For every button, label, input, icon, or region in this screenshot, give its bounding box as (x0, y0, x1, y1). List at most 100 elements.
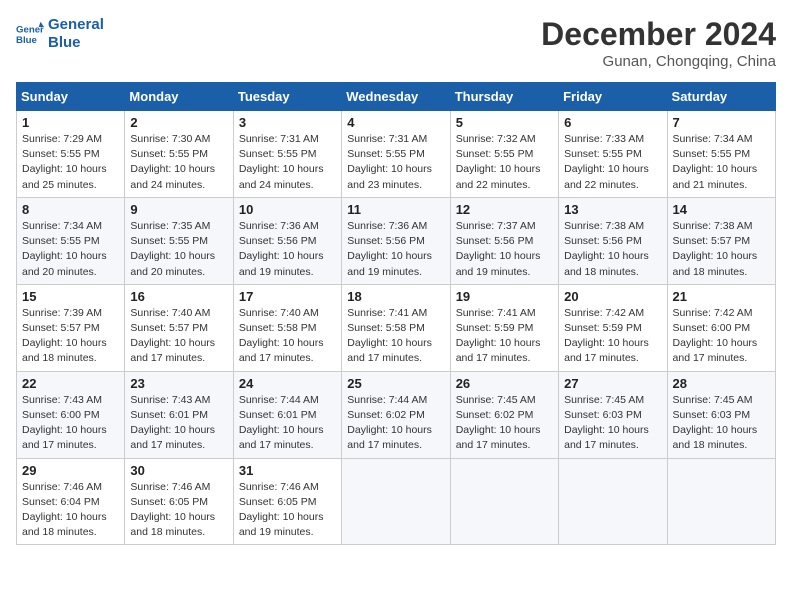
day-number: 30 (130, 463, 227, 478)
day-number: 8 (22, 202, 119, 217)
table-row: 4 Sunrise: 7:31 AMSunset: 5:55 PMDayligh… (342, 111, 450, 198)
title-block: December 2024 Gunan, Chongqing, China (541, 16, 776, 70)
day-info: Sunrise: 7:40 AMSunset: 5:58 PMDaylight:… (239, 307, 324, 365)
logo-line2: Blue (48, 34, 104, 52)
day-info: Sunrise: 7:45 AMSunset: 6:03 PMDaylight:… (564, 394, 649, 452)
table-row: 28 Sunrise: 7:45 AMSunset: 6:03 PMDaylig… (667, 371, 775, 458)
calendar-title: December 2024 (541, 16, 776, 53)
col-friday: Friday (559, 83, 667, 111)
day-number: 4 (347, 115, 444, 130)
day-number: 1 (22, 115, 119, 130)
col-wednesday: Wednesday (342, 83, 450, 111)
table-row: 5 Sunrise: 7:32 AMSunset: 5:55 PMDayligh… (450, 111, 558, 198)
day-info: Sunrise: 7:38 AMSunset: 5:56 PMDaylight:… (564, 220, 649, 278)
calendar-subtitle: Gunan, Chongqing, China (541, 53, 776, 70)
day-number: 17 (239, 289, 336, 304)
table-row: 27 Sunrise: 7:45 AMSunset: 6:03 PMDaylig… (559, 371, 667, 458)
day-number: 16 (130, 289, 227, 304)
logo-line1: General (48, 16, 104, 34)
table-row: 9 Sunrise: 7:35 AMSunset: 5:55 PMDayligh… (125, 197, 233, 284)
page-header: General Blue General Blue December 2024 … (16, 16, 776, 70)
day-info: Sunrise: 7:38 AMSunset: 5:57 PMDaylight:… (673, 220, 758, 278)
day-number: 5 (456, 115, 553, 130)
day-info: Sunrise: 7:46 AMSunset: 6:05 PMDaylight:… (130, 481, 215, 539)
day-info: Sunrise: 7:43 AMSunset: 6:01 PMDaylight:… (130, 394, 215, 452)
col-sunday: Sunday (17, 83, 125, 111)
day-info: Sunrise: 7:29 AMSunset: 5:55 PMDaylight:… (22, 133, 107, 191)
day-info: Sunrise: 7:31 AMSunset: 5:55 PMDaylight:… (347, 133, 432, 191)
col-thursday: Thursday (450, 83, 558, 111)
day-number: 21 (673, 289, 770, 304)
calendar-header-row: Sunday Monday Tuesday Wednesday Thursday… (17, 83, 776, 111)
table-row (342, 458, 450, 545)
day-info: Sunrise: 7:34 AMSunset: 5:55 PMDaylight:… (673, 133, 758, 191)
svg-text:Blue: Blue (16, 35, 37, 46)
day-info: Sunrise: 7:41 AMSunset: 5:58 PMDaylight:… (347, 307, 432, 365)
table-row: 7 Sunrise: 7:34 AMSunset: 5:55 PMDayligh… (667, 111, 775, 198)
day-number: 25 (347, 376, 444, 391)
day-number: 19 (456, 289, 553, 304)
day-info: Sunrise: 7:36 AMSunset: 5:56 PMDaylight:… (239, 220, 324, 278)
day-number: 28 (673, 376, 770, 391)
day-info: Sunrise: 7:42 AMSunset: 6:00 PMDaylight:… (673, 307, 758, 365)
table-row: 1 Sunrise: 7:29 AMSunset: 5:55 PMDayligh… (17, 111, 125, 198)
day-number: 26 (456, 376, 553, 391)
day-number: 22 (22, 376, 119, 391)
day-info: Sunrise: 7:37 AMSunset: 5:56 PMDaylight:… (456, 220, 541, 278)
day-number: 31 (239, 463, 336, 478)
table-row: 13 Sunrise: 7:38 AMSunset: 5:56 PMDaylig… (559, 197, 667, 284)
table-row: 31 Sunrise: 7:46 AMSunset: 6:05 PMDaylig… (233, 458, 341, 545)
day-number: 27 (564, 376, 661, 391)
day-number: 10 (239, 202, 336, 217)
day-info: Sunrise: 7:34 AMSunset: 5:55 PMDaylight:… (22, 220, 107, 278)
table-row: 21 Sunrise: 7:42 AMSunset: 6:00 PMDaylig… (667, 284, 775, 371)
day-number: 11 (347, 202, 444, 217)
table-row: 18 Sunrise: 7:41 AMSunset: 5:58 PMDaylig… (342, 284, 450, 371)
day-number: 9 (130, 202, 227, 217)
table-row: 30 Sunrise: 7:46 AMSunset: 6:05 PMDaylig… (125, 458, 233, 545)
col-monday: Monday (125, 83, 233, 111)
day-number: 3 (239, 115, 336, 130)
day-info: Sunrise: 7:36 AMSunset: 5:56 PMDaylight:… (347, 220, 432, 278)
col-saturday: Saturday (667, 83, 775, 111)
day-info: Sunrise: 7:44 AMSunset: 6:01 PMDaylight:… (239, 394, 324, 452)
day-number: 23 (130, 376, 227, 391)
day-number: 2 (130, 115, 227, 130)
day-info: Sunrise: 7:32 AMSunset: 5:55 PMDaylight:… (456, 133, 541, 191)
day-number: 14 (673, 202, 770, 217)
day-info: Sunrise: 7:46 AMSunset: 6:05 PMDaylight:… (239, 481, 324, 539)
day-number: 12 (456, 202, 553, 217)
day-info: Sunrise: 7:44 AMSunset: 6:02 PMDaylight:… (347, 394, 432, 452)
table-row: 25 Sunrise: 7:44 AMSunset: 6:02 PMDaylig… (342, 371, 450, 458)
table-row: 8 Sunrise: 7:34 AMSunset: 5:55 PMDayligh… (17, 197, 125, 284)
table-row: 20 Sunrise: 7:42 AMSunset: 5:59 PMDaylig… (559, 284, 667, 371)
day-info: Sunrise: 7:31 AMSunset: 5:55 PMDaylight:… (239, 133, 324, 191)
day-number: 13 (564, 202, 661, 217)
day-info: Sunrise: 7:45 AMSunset: 6:03 PMDaylight:… (673, 394, 758, 452)
day-number: 24 (239, 376, 336, 391)
table-row: 23 Sunrise: 7:43 AMSunset: 6:01 PMDaylig… (125, 371, 233, 458)
table-row: 2 Sunrise: 7:30 AMSunset: 5:55 PMDayligh… (125, 111, 233, 198)
day-number: 7 (673, 115, 770, 130)
table-row: 15 Sunrise: 7:39 AMSunset: 5:57 PMDaylig… (17, 284, 125, 371)
logo-icon: General Blue (16, 20, 44, 48)
day-number: 15 (22, 289, 119, 304)
day-number: 6 (564, 115, 661, 130)
col-tuesday: Tuesday (233, 83, 341, 111)
day-info: Sunrise: 7:35 AMSunset: 5:55 PMDaylight:… (130, 220, 215, 278)
day-info: Sunrise: 7:30 AMSunset: 5:55 PMDaylight:… (130, 133, 215, 191)
table-row: 6 Sunrise: 7:33 AMSunset: 5:55 PMDayligh… (559, 111, 667, 198)
day-number: 29 (22, 463, 119, 478)
day-info: Sunrise: 7:43 AMSunset: 6:00 PMDaylight:… (22, 394, 107, 452)
table-row: 3 Sunrise: 7:31 AMSunset: 5:55 PMDayligh… (233, 111, 341, 198)
day-info: Sunrise: 7:41 AMSunset: 5:59 PMDaylight:… (456, 307, 541, 365)
table-row: 10 Sunrise: 7:36 AMSunset: 5:56 PMDaylig… (233, 197, 341, 284)
day-info: Sunrise: 7:46 AMSunset: 6:04 PMDaylight:… (22, 481, 107, 539)
table-row (667, 458, 775, 545)
table-row: 12 Sunrise: 7:37 AMSunset: 5:56 PMDaylig… (450, 197, 558, 284)
table-row: 24 Sunrise: 7:44 AMSunset: 6:01 PMDaylig… (233, 371, 341, 458)
day-info: Sunrise: 7:40 AMSunset: 5:57 PMDaylight:… (130, 307, 215, 365)
calendar-table: Sunday Monday Tuesday Wednesday Thursday… (16, 82, 776, 545)
table-row: 11 Sunrise: 7:36 AMSunset: 5:56 PMDaylig… (342, 197, 450, 284)
table-row (559, 458, 667, 545)
